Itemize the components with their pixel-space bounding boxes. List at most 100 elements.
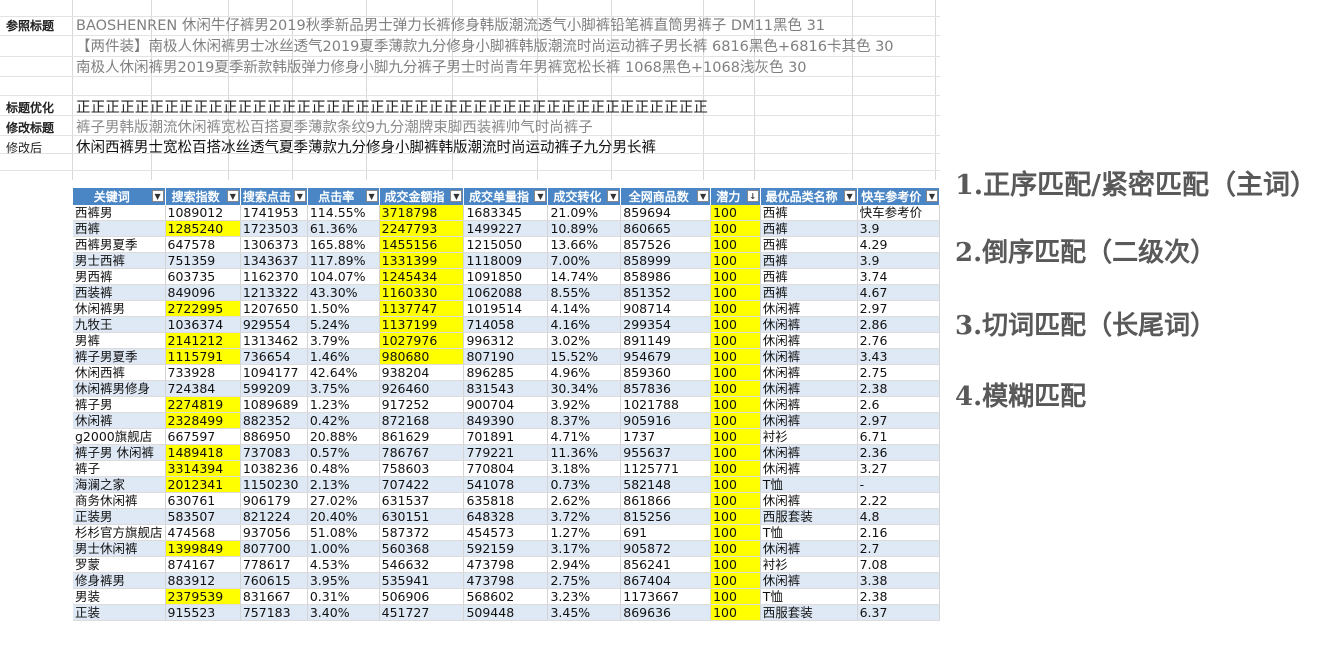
table-cell[interactable]: 454573 <box>463 524 549 541</box>
table-cell[interactable]: 2.62% <box>547 492 622 509</box>
table-cell[interactable]: 西服套装 <box>760 604 858 621</box>
table-cell[interactable]: 30.34% <box>547 380 622 397</box>
table-cell[interactable]: 1399849 <box>165 540 241 557</box>
table-cell[interactable]: 0.73% <box>547 476 622 493</box>
table-cell[interactable]: 100 <box>710 348 761 365</box>
table-cell[interactable]: 583507 <box>165 508 241 525</box>
column-header[interactable]: 快车参考价 ▼ <box>857 188 940 205</box>
table-cell[interactable]: 7.08 <box>857 556 940 573</box>
table-cell[interactable]: 1499227 <box>463 220 549 237</box>
table-cell[interactable]: 1.23% <box>307 396 380 413</box>
table-cell[interactable]: 休闲裤 <box>760 412 858 429</box>
table-cell[interactable]: 1683345 <box>463 205 549 221</box>
table-cell[interactable]: 4.8 <box>857 508 940 525</box>
table-cell[interactable]: 1160330 <box>379 284 465 301</box>
table-cell[interactable]: 2.36 <box>857 444 940 461</box>
table-cell[interactable]: 603735 <box>165 268 241 285</box>
column-header[interactable]: 成交单量指 ▼ <box>463 188 549 205</box>
table-cell[interactable]: 43.30% <box>307 284 380 301</box>
table-cell[interactable]: 886950 <box>240 428 308 445</box>
table-cell[interactable]: 100 <box>710 588 761 605</box>
table-cell[interactable]: 8.37% <box>547 412 622 429</box>
column-header[interactable]: 全网商品数 ▼ <box>620 188 712 205</box>
table-cell[interactable]: T恤 <box>760 588 858 605</box>
table-cell[interactable]: 1489418 <box>165 444 241 461</box>
table-cell[interactable]: 2.86 <box>857 316 940 333</box>
table-cell[interactable]: 1118009 <box>463 252 549 269</box>
table-cell[interactable]: 635818 <box>463 492 549 509</box>
table-cell[interactable]: 831543 <box>463 380 549 397</box>
table-cell[interactable]: 衬衫 <box>760 428 858 445</box>
table-cell[interactable]: 裤子 <box>73 460 166 477</box>
table-cell[interactable]: 3.95% <box>307 572 380 589</box>
table-cell[interactable]: 1.46% <box>307 348 380 365</box>
table-cell[interactable]: 915523 <box>165 604 241 621</box>
table-cell[interactable]: 4.29 <box>857 236 940 253</box>
table-cell[interactable]: 541078 <box>463 476 549 493</box>
table-cell[interactable]: 1215050 <box>463 236 549 253</box>
table-cell[interactable]: 1019514 <box>463 300 549 317</box>
table-cell[interactable]: 3314394 <box>165 460 241 477</box>
table-cell[interactable]: 3.92% <box>547 396 622 413</box>
table-cell[interactable]: 3.23% <box>547 588 622 605</box>
table-cell[interactable]: 1137747 <box>379 300 465 317</box>
table-cell[interactable]: 西裤 <box>760 205 858 221</box>
table-cell[interactable]: 857836 <box>620 380 712 397</box>
column-header[interactable]: 潜力 ↓ <box>710 188 761 205</box>
table-cell[interactable]: 2.38 <box>857 380 940 397</box>
table-cell[interactable]: g2000旗舰店 <box>73 428 166 445</box>
table-cell[interactable]: 900704 <box>463 396 549 413</box>
table-cell[interactable]: 1737 <box>620 428 712 445</box>
table-cell[interactable]: 100 <box>710 220 761 237</box>
table-cell[interactable]: 休闲裤 <box>760 460 858 477</box>
table-cell[interactable]: 1036374 <box>165 316 241 333</box>
table-cell[interactable]: 3.72% <box>547 508 622 525</box>
table-cell[interactable]: 3.17% <box>547 540 622 557</box>
table-cell[interactable]: 100 <box>710 332 761 349</box>
filter-dropdown-icon[interactable]: ▼ <box>450 190 463 202</box>
table-cell[interactable]: 955637 <box>620 444 712 461</box>
table-cell[interactable]: 1.00% <box>307 540 380 557</box>
table-cell[interactable]: 1213322 <box>240 284 308 301</box>
table-cell[interactable]: 3.75% <box>307 380 380 397</box>
filter-dropdown-icon[interactable]: ▼ <box>697 190 710 202</box>
table-cell[interactable]: 100 <box>710 444 761 461</box>
table-cell[interactable]: 休闲裤 <box>760 300 858 317</box>
table-cell[interactable]: 2.97 <box>857 300 940 317</box>
table-cell[interactable]: 2247793 <box>379 220 465 237</box>
table-cell[interactable]: 867404 <box>620 572 712 589</box>
table-cell[interactable]: 770804 <box>463 460 549 477</box>
table-cell[interactable]: 896285 <box>463 364 549 381</box>
table-cell[interactable]: 海澜之家 <box>73 476 166 493</box>
table-cell[interactable]: 2.97 <box>857 412 940 429</box>
table-cell[interactable]: 九牧王 <box>73 316 166 333</box>
table-cell[interactable]: 1313462 <box>240 332 308 349</box>
filter-dropdown-icon[interactable]: ▼ <box>151 190 164 202</box>
table-cell[interactable]: 2.16 <box>857 524 940 541</box>
table-cell[interactable]: 937056 <box>240 524 308 541</box>
table-cell[interactable]: 休闲裤 <box>760 444 858 461</box>
table-cell[interactable]: 100 <box>710 380 761 397</box>
filter-dropdown-icon[interactable]: ▼ <box>926 190 938 202</box>
table-cell[interactable]: 3.02% <box>547 332 622 349</box>
table-cell[interactable]: 2.75 <box>857 364 940 381</box>
table-cell[interactable]: 737083 <box>240 444 308 461</box>
table-cell[interactable]: 751359 <box>165 252 241 269</box>
table-cell[interactable]: 4.67 <box>857 284 940 301</box>
table-cell[interactable]: 667597 <box>165 428 241 445</box>
table-cell[interactable]: 757183 <box>240 604 308 621</box>
table-cell[interactable]: 3.45% <box>547 604 622 621</box>
table-cell[interactable]: 599209 <box>240 380 308 397</box>
reference-title-3[interactable]: 南极人休闲裤男2019夏季新款韩版弹力修身小脚九分裤子男士时尚青年男裤宽松长裤 … <box>76 56 807 77</box>
table-cell[interactable]: 2.6 <box>857 396 940 413</box>
table-cell[interactable]: 男裤 <box>73 332 166 349</box>
table-cell[interactable]: 3.38 <box>857 572 940 589</box>
table-cell[interactable]: 男士休闲裤 <box>73 540 166 557</box>
table-cell[interactable]: 100 <box>710 460 761 477</box>
table-cell[interactable]: - <box>857 476 940 493</box>
table-cell[interactable]: 1741953 <box>240 205 308 221</box>
table-cell[interactable]: 西裤 <box>760 268 858 285</box>
table-cell[interactable]: T恤 <box>760 476 858 493</box>
table-cell[interactable]: 100 <box>710 508 761 525</box>
table-cell[interactable]: 691 <box>620 524 712 541</box>
